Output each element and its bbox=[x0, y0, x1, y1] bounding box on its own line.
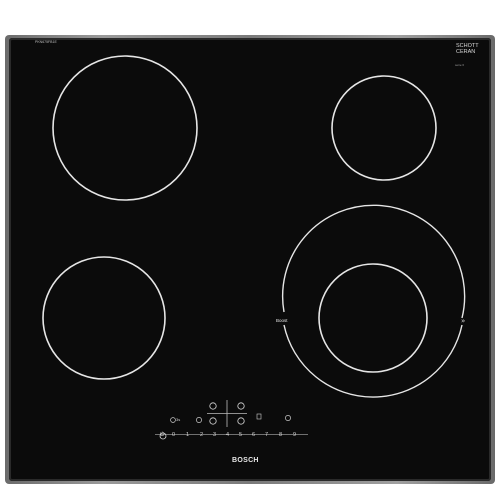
dual-zone-icon[interactable] bbox=[196, 417, 202, 423]
scale-digit[interactable]: 1 bbox=[186, 432, 189, 438]
zone-rear-right[interactable] bbox=[331, 75, 437, 181]
reset-icon[interactable] bbox=[256, 413, 262, 420]
scale-digit[interactable]: 6 bbox=[252, 432, 255, 438]
scale-digit[interactable]: 9 bbox=[293, 432, 296, 438]
zone-dual-outer[interactable] bbox=[281, 204, 466, 319]
child-lock-label: 3s bbox=[176, 417, 181, 422]
timer-icon[interactable] bbox=[285, 415, 291, 421]
glass-brand-label: SCHOTT CERAN bbox=[456, 43, 479, 55]
zone-select-front-left[interactable] bbox=[209, 402, 217, 410]
zone-dual-inner[interactable] bbox=[318, 263, 428, 373]
zone-select-front-right[interactable] bbox=[209, 417, 217, 425]
scale-digit[interactable]: 4 bbox=[226, 432, 229, 438]
child-lock-icon[interactable] bbox=[170, 417, 176, 423]
scale-digit[interactable]: 8 bbox=[279, 432, 282, 438]
series-label: serie 6 bbox=[455, 63, 465, 67]
scale-digit[interactable]: 7 bbox=[265, 432, 268, 438]
zone-select-rear-right[interactable] bbox=[237, 417, 245, 425]
zone-select-rear-left[interactable] bbox=[237, 402, 245, 410]
scale-digit[interactable]: 0 bbox=[172, 432, 175, 438]
glass-brand-line2: CERAN bbox=[456, 49, 476, 55]
scale-digit[interactable]: 2 bbox=[200, 432, 203, 438]
boost-label: Boost bbox=[276, 318, 288, 323]
zone-front-left-large[interactable] bbox=[52, 55, 198, 201]
cooking-zones: » bbox=[42, 55, 466, 440]
scale-digit[interactable]: 3 bbox=[213, 432, 216, 438]
dual-zone-arrows-icon: » bbox=[461, 317, 465, 325]
scale-digit[interactable]: 5 bbox=[239, 432, 242, 438]
model-code: PKN675FB1E bbox=[35, 40, 57, 44]
power-symbol[interactable]: ⏻ bbox=[160, 432, 164, 439]
zone-front-left-small[interactable] bbox=[42, 256, 166, 380]
brand-logo-text: BOSCH bbox=[232, 457, 259, 464]
control-slider-bar bbox=[155, 434, 308, 435]
zone-dual-outer-lower bbox=[283, 324, 463, 398]
